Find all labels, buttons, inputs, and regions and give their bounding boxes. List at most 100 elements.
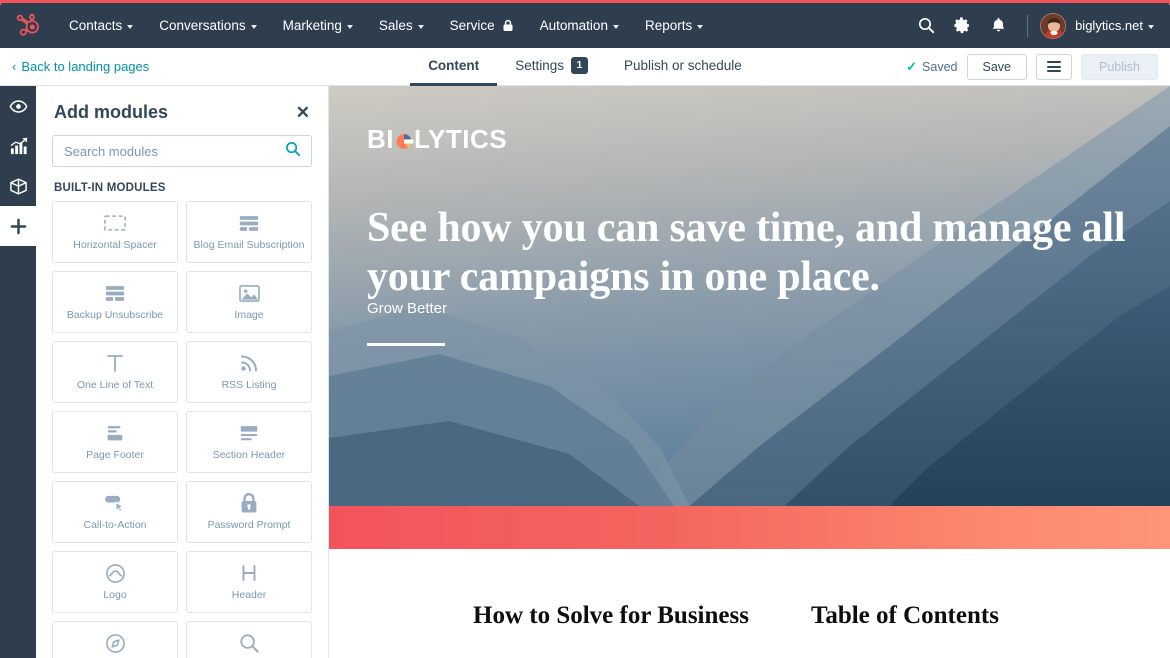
nav-item-sales[interactable]: Sales bbox=[366, 3, 437, 48]
nav-item-contacts[interactable]: Contacts bbox=[56, 3, 146, 48]
dashed-rectangle-icon bbox=[104, 212, 126, 234]
footer-lines-icon bbox=[104, 422, 126, 444]
editor-tabs: Content Settings 1 Publish or schedule bbox=[410, 48, 760, 86]
module-card-blog-email-subscription[interactable]: Blog Email Subscription bbox=[186, 201, 312, 263]
back-link-label: Back to landing pages bbox=[21, 59, 150, 74]
module-card-one-line-of-text[interactable]: One Line of Text bbox=[52, 341, 178, 403]
chevron-down-icon bbox=[697, 24, 704, 29]
hubspot-sprocket-logo[interactable] bbox=[0, 13, 56, 38]
hero-module[interactable]: BI LYTICS See how you can save time, and… bbox=[329, 86, 1170, 506]
publish-button[interactable]: Publish bbox=[1081, 53, 1158, 80]
module-label: Image bbox=[234, 309, 264, 322]
padlock-icon bbox=[240, 492, 258, 514]
module-label: Section Header bbox=[212, 449, 286, 462]
chevron-left-icon: ‹ bbox=[12, 59, 17, 74]
module-card-section-header[interactable]: Section Header bbox=[186, 411, 312, 473]
hamburger-menu-icon bbox=[1047, 61, 1061, 72]
module-card-page-footer[interactable]: Page Footer bbox=[52, 411, 178, 473]
page-preview-canvas: BI LYTICS See how you can save time, and… bbox=[329, 86, 1170, 658]
module-card-logo[interactable]: Logo bbox=[52, 551, 178, 613]
account-menu[interactable]: biglytics.net bbox=[1040, 12, 1156, 39]
section-header-icon bbox=[238, 422, 260, 444]
add-modules-plus-icon[interactable] bbox=[0, 206, 36, 246]
tab-content[interactable]: Content bbox=[410, 48, 498, 86]
check-icon: ✓ bbox=[906, 58, 918, 74]
panel-header: Add modules ✕ bbox=[36, 86, 328, 133]
image-picture-icon bbox=[238, 282, 260, 304]
nav-divider bbox=[1027, 14, 1029, 37]
back-to-landing-pages-link[interactable]: ‹ Back to landing pages bbox=[0, 59, 149, 74]
modules-grid: Horizontal Spacer Blog Email Subscriptio… bbox=[36, 201, 328, 658]
module-label: Horizontal Spacer bbox=[73, 239, 157, 252]
module-card-backup-unsubscribe[interactable]: Backup Unsubscribe bbox=[52, 271, 178, 333]
module-label: RSS Listing bbox=[221, 379, 277, 392]
search-icon[interactable] bbox=[909, 9, 943, 43]
close-x-icon[interactable]: ✕ bbox=[296, 104, 310, 121]
module-card-site-search[interactable]: Site Search bbox=[186, 621, 312, 658]
save-button[interactable]: Save bbox=[966, 53, 1027, 80]
nav-item-service[interactable]: Service bbox=[437, 3, 527, 48]
chevron-down-icon bbox=[612, 24, 619, 29]
add-modules-panel: Add modules ✕ BUILT-IN MODULES Horizo bbox=[36, 86, 329, 658]
rss-feed-icon bbox=[239, 352, 259, 374]
global-nav-actions: biglytics.net bbox=[909, 9, 1170, 43]
nav-item-label: Automation bbox=[539, 18, 608, 33]
editor-toolbar: ‹ Back to landing pages Content Settings… bbox=[0, 48, 1170, 86]
module-label: Header bbox=[231, 589, 267, 602]
heading-H-icon bbox=[239, 562, 259, 584]
module-card-horizontal-spacer[interactable]: Horizontal Spacer bbox=[52, 201, 178, 263]
logo-text-after: LYTICS bbox=[414, 124, 508, 154]
nav-item-automation[interactable]: Automation bbox=[527, 3, 632, 48]
module-label: Blog Email Subscription bbox=[193, 239, 305, 252]
nav-item-conversations[interactable]: Conversations bbox=[146, 3, 269, 48]
built-in-modules-label: BUILT-IN MODULES bbox=[54, 182, 166, 194]
saved-label: Saved bbox=[922, 59, 958, 74]
analytics-chart-icon[interactable] bbox=[0, 126, 36, 166]
module-card-call-to-action[interactable]: Call-to-Action bbox=[52, 481, 178, 543]
nav-item-label: Sales bbox=[378, 18, 413, 33]
module-card-header[interactable]: Header bbox=[186, 551, 312, 613]
logo-pie-chart-g-icon bbox=[394, 128, 414, 152]
module-label: Page Footer bbox=[86, 449, 144, 462]
module-card-image[interactable]: Image bbox=[186, 271, 312, 333]
toolbar-actions: ✓ Saved Save Publish bbox=[906, 53, 1170, 80]
hero-content: BI LYTICS See how you can save time, and… bbox=[329, 86, 1170, 506]
stacked-bars-form-icon bbox=[104, 282, 126, 304]
preview-eye-icon[interactable] bbox=[0, 86, 36, 126]
search-magnifier-icon bbox=[239, 632, 260, 654]
nav-item-marketing[interactable]: Marketing bbox=[270, 3, 366, 48]
tab-settings[interactable]: Settings 1 bbox=[497, 48, 606, 86]
account-name-label: biglytics.net bbox=[1075, 18, 1143, 33]
chevron-down-icon bbox=[417, 24, 424, 29]
module-card-password-prompt[interactable]: Password Prompt bbox=[186, 481, 312, 543]
tab-label: Publish or schedule bbox=[623, 57, 742, 73]
notifications-bell-icon[interactable] bbox=[981, 9, 1015, 43]
chevron-down-icon bbox=[127, 24, 134, 29]
section-heading-table-of-contents[interactable]: Table of Contents bbox=[811, 601, 999, 631]
settings-badge-count: 1 bbox=[570, 56, 588, 74]
landing-page-editor: Contacts Conversations Marketing Sales S… bbox=[0, 0, 1170, 658]
nav-item-label: Marketing bbox=[282, 18, 342, 33]
chevron-down-icon bbox=[250, 24, 257, 29]
module-search-wrapper bbox=[36, 133, 328, 167]
module-label: Password Prompt bbox=[207, 519, 291, 532]
module-label: Backup Unsubscribe bbox=[66, 309, 164, 322]
logo-text-before: BI bbox=[367, 124, 394, 154]
nav-item-reports[interactable]: Reports bbox=[632, 3, 716, 48]
hero-headline[interactable]: See how you can save time, and manage al… bbox=[367, 204, 1127, 302]
stacked-bars-form-icon bbox=[238, 212, 260, 234]
module-label: Call-to-Action bbox=[83, 519, 147, 532]
nav-item-label: Conversations bbox=[159, 18, 246, 33]
module-card-menu[interactable]: Menu bbox=[52, 621, 178, 658]
more-actions-menu-button[interactable] bbox=[1036, 53, 1072, 80]
settings-gear-icon[interactable] bbox=[945, 9, 979, 43]
section-heading-how-to-solve[interactable]: How to Solve for Business bbox=[473, 601, 749, 631]
tab-label: Content bbox=[428, 57, 480, 73]
global-navigation-bar: Contacts Conversations Marketing Sales S… bbox=[0, 3, 1170, 48]
module-card-rss-listing[interactable]: RSS Listing bbox=[186, 341, 312, 403]
hero-subheadline[interactable]: Grow Better bbox=[367, 300, 447, 317]
themes-box-icon[interactable] bbox=[0, 166, 36, 206]
biglytics-logo: BI LYTICS bbox=[367, 124, 507, 155]
search-modules-input[interactable] bbox=[52, 135, 312, 167]
tab-publish-or-schedule[interactable]: Publish or schedule bbox=[606, 48, 760, 86]
